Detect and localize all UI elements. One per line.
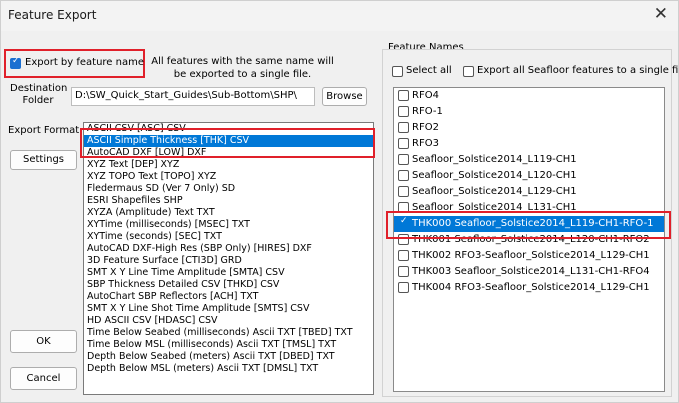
- export-by-name-checkbox-row[interactable]: Export by feature name: [10, 56, 144, 71]
- export-format-item[interactable]: ESRI Shapefiles SHP: [84, 195, 373, 207]
- feature-name-label: THK004 RFO3-Seafloor_Solstice2014_L129-C…: [412, 282, 650, 293]
- feature-name-label: Seafloor_Solstice2014_L120-CH1: [412, 170, 577, 181]
- feature-name-label: Seafloor_Solstice2014_L119-CH1: [412, 154, 577, 165]
- ok-button[interactable]: OK: [10, 330, 77, 353]
- feature-name-item[interactable]: RFO4: [394, 88, 664, 104]
- feature-export-dialog: Feature Export ✕ Export by feature name …: [0, 0, 679, 403]
- window-title: Feature Export: [8, 8, 97, 22]
- export-format-item[interactable]: AutoCAD DXF-High Res (SBP Only) [HIRES] …: [84, 243, 373, 255]
- feature-name-checkbox[interactable]: [398, 154, 409, 165]
- feature-name-checkbox[interactable]: [398, 186, 409, 197]
- settings-button[interactable]: Settings: [10, 150, 77, 170]
- feature-name-item[interactable]: RFO3: [394, 136, 664, 152]
- export-format-item[interactable]: SMT X Y Line Time Amplitude [SMTA] CSV: [84, 267, 373, 279]
- cancel-button[interactable]: Cancel: [10, 367, 77, 390]
- feature-name-item[interactable]: THK004 RFO3-Seafloor_Solstice2014_L129-C…: [394, 280, 664, 296]
- export-all-seafloor-row[interactable]: Export all Seafloor features to a single…: [463, 65, 679, 79]
- export-note: All features with the same name will be …: [151, 56, 334, 80]
- feature-name-item[interactable]: RFO-1: [394, 104, 664, 120]
- export-by-name-label: Export by feature name: [25, 57, 144, 68]
- feature-name-checkbox[interactable]: [398, 90, 409, 101]
- destination-label: Destination Folder: [10, 83, 68, 106]
- export-all-seafloor-checkbox[interactable]: [463, 66, 474, 77]
- export-format-item[interactable]: XYTime (seconds) [SEC] TXT: [84, 231, 373, 243]
- feature-name-label: THK002 RFO3-Seafloor_Solstice2014_L129-C…: [412, 250, 650, 261]
- feature-name-checkbox[interactable]: [398, 170, 409, 181]
- destination-folder-input[interactable]: D:\SW_Quick_Start_Guides\Sub-Bottom\SHP\: [71, 87, 315, 106]
- export-format-item[interactable]: Depth Below MSL (meters) Ascii TXT [DMSL…: [84, 363, 373, 375]
- browse-button[interactable]: Browse: [322, 87, 367, 106]
- export-format-item[interactable]: XYTime (milliseconds) [MSEC] TXT: [84, 219, 373, 231]
- select-all-row[interactable]: Select all: [392, 65, 464, 79]
- feature-name-checkbox[interactable]: [398, 106, 409, 117]
- feature-name-checkbox[interactable]: [398, 138, 409, 149]
- feature-name-label: THK003 Seafloor_Solstice2014_L131-CH1-RF…: [412, 266, 650, 277]
- feature-name-checkbox[interactable]: [398, 122, 409, 133]
- export-format-item[interactable]: 3D Feature Surface [CTI3D] GRD: [84, 255, 373, 267]
- export-by-name-checkbox[interactable]: [10, 56, 21, 69]
- export-format-label: Export Format: [8, 125, 80, 136]
- export-format-item[interactable]: Fledermaus SD (Ver 7 Only) SD: [84, 183, 373, 195]
- export-format-item[interactable]: Depth Below Seabed (meters) Ascii TXT [D…: [84, 351, 373, 363]
- feature-name-checkbox[interactable]: [398, 282, 409, 293]
- feature-name-checkbox[interactable]: [398, 266, 409, 277]
- select-all-label: Select all: [406, 65, 452, 76]
- feature-name-checkbox[interactable]: [398, 250, 409, 261]
- feature-name-item[interactable]: Seafloor_Solstice2014_L129-CH1: [394, 184, 664, 200]
- export-format-item[interactable]: Time Below MSL (milliseconds) Ascii TXT …: [84, 339, 373, 351]
- feature-name-label: RFO3: [412, 138, 439, 149]
- export-format-highlight: [80, 128, 375, 158]
- feature-name-item[interactable]: THK003 Seafloor_Solstice2014_L131-CH1-RF…: [394, 264, 664, 280]
- feature-name-item[interactable]: THK002 RFO3-Seafloor_Solstice2014_L129-C…: [394, 248, 664, 264]
- export-format-item[interactable]: HD ASCII CSV [HDASC] CSV: [84, 315, 373, 327]
- export-format-item[interactable]: AutoChart SBP Reflectors [ACH] TXT: [84, 291, 373, 303]
- export-format-item[interactable]: SBP Thickness Detailed CSV [THKD] CSV: [84, 279, 373, 291]
- export-format-item[interactable]: Time Below Seabed (milliseconds) Ascii T…: [84, 327, 373, 339]
- feature-name-label: RFO-1: [412, 106, 443, 117]
- export-all-seafloor-label: Export all Seafloor features to a single…: [477, 65, 679, 76]
- feature-highlight: [386, 211, 671, 239]
- export-format-item[interactable]: XYZA (Amplitude) Text TXT: [84, 207, 373, 219]
- select-all-checkbox[interactable]: [392, 66, 403, 77]
- feature-name-label: Seafloor_Solstice2014_L129-CH1: [412, 186, 577, 197]
- export-format-item[interactable]: XYZ TOPO Text [TOPO] XYZ: [84, 171, 373, 183]
- export-format-list[interactable]: ASCII CSV [ASC] CSV ASCII Simple Thicknes…: [83, 122, 374, 395]
- feature-name-item[interactable]: RFO2: [394, 120, 664, 136]
- close-icon[interactable]: ✕: [654, 4, 668, 24]
- feature-name-item[interactable]: Seafloor_Solstice2014_L120-CH1: [394, 168, 664, 184]
- title-bar: Feature Export ✕: [1, 1, 678, 31]
- export-format-item[interactable]: SMT X Y Line Shot Time Amplitude [SMTS] …: [84, 303, 373, 315]
- export-format-item[interactable]: XYZ Text [DEP] XYZ: [84, 159, 373, 171]
- feature-name-label: RFO4: [412, 90, 439, 101]
- feature-name-label: RFO2: [412, 122, 439, 133]
- feature-name-item[interactable]: Seafloor_Solstice2014_L119-CH1: [394, 152, 664, 168]
- feature-names-list[interactable]: RFO4 RFO-1 RFO2 RFO3 Seafloor_Solstice2014_L…: [393, 87, 665, 392]
